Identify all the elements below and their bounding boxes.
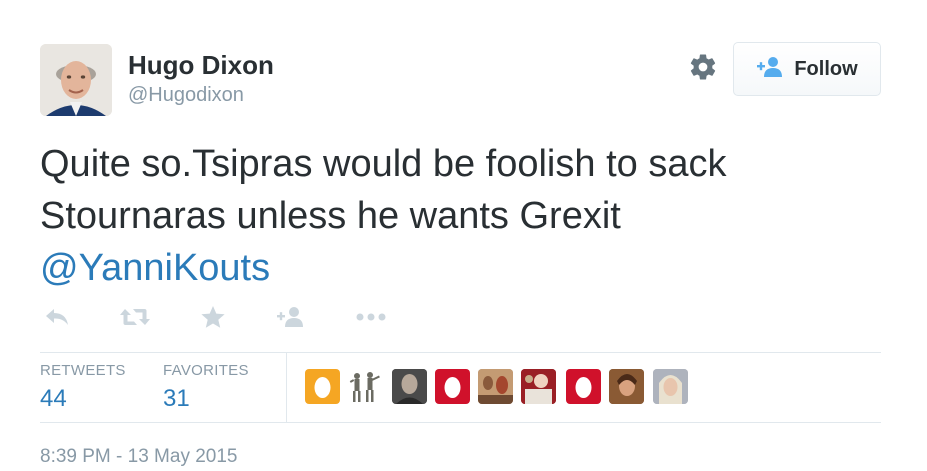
follow-user-icon[interactable]: [274, 300, 308, 334]
user-avatar[interactable]: [653, 369, 688, 404]
user-avatar[interactable]: [609, 369, 644, 404]
star-icon[interactable]: [196, 300, 230, 334]
follow-button[interactable]: Follow: [733, 42, 881, 96]
author-handle[interactable]: @Hugodixon: [128, 84, 244, 107]
user-avatar[interactable]: [305, 369, 340, 404]
stats-separator: [286, 352, 287, 422]
tweet-stats: RETWEETS 44 FAVORITES 31: [40, 352, 881, 422]
favorites-label: FAVORITES: [163, 362, 249, 379]
user-avatar[interactable]: [566, 369, 601, 404]
retweet-icon[interactable]: [118, 300, 152, 334]
follow-user-icon: [756, 56, 784, 83]
reply-icon[interactable]: [40, 300, 74, 334]
tweet-mention-link[interactable]: @YanniKouts: [40, 247, 270, 289]
tweet-body: Quite so.Tsipras would be foolish to sac…: [40, 143, 727, 237]
more-dots-icon[interactable]: [354, 300, 388, 334]
tweet-text: Quite so.Tsipras would be foolish to sac…: [40, 138, 880, 294]
tweet-header: Hugo Dixon @Hugodixon Follow: [40, 42, 882, 116]
user-avatar[interactable]: [478, 369, 513, 404]
author-name[interactable]: Hugo Dixon: [128, 50, 274, 81]
author-avatar[interactable]: [40, 44, 112, 116]
user-avatar[interactable]: [348, 369, 383, 404]
favorites-stat[interactable]: FAVORITES 31: [163, 362, 249, 413]
favorites-count: 31: [163, 385, 190, 412]
retweets-count: 44: [40, 385, 67, 412]
gear-icon[interactable]: [688, 52, 718, 82]
tweet-actions: [40, 300, 440, 334]
user-avatar[interactable]: [435, 369, 470, 404]
user-avatar[interactable]: [392, 369, 427, 404]
follow-button-label: Follow: [794, 57, 858, 80]
tweet-timestamp[interactable]: 8:39 PM - 13 May 2015: [40, 446, 238, 468]
user-avatar[interactable]: [521, 369, 556, 404]
divider-bottom: [40, 422, 881, 423]
retweets-label: RETWEETS: [40, 362, 126, 379]
retweets-stat[interactable]: RETWEETS 44: [40, 362, 126, 413]
